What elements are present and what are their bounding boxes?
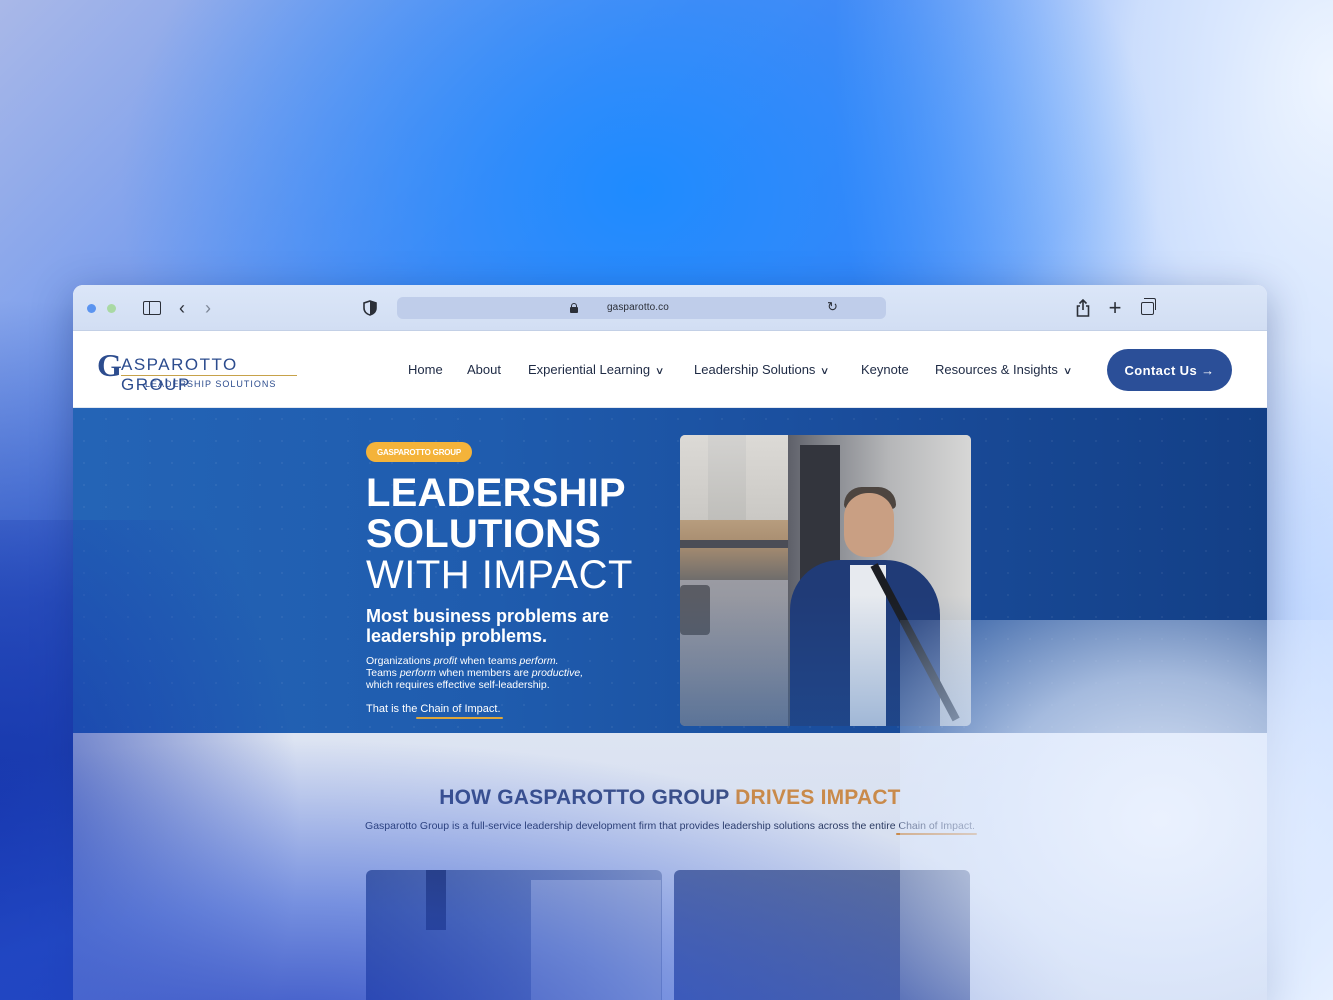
hero-chain-of-impact: That is the Chain of Impact. <box>366 703 501 715</box>
site-logo[interactable]: G ASPAROTTO GROUP LEADERSHIP SOLUTIONS <box>97 347 307 394</box>
contact-us-button[interactable]: Contact Us → <box>1107 349 1232 391</box>
hero-title: LEADERSHIP SOLUTIONS <box>366 473 626 555</box>
nav-experiential-learning[interactable]: Experiential Learning ∨ <box>528 362 665 377</box>
hero-body-em: perform <box>399 667 437 679</box>
impact-title-accent: DRIVES IMPACT <box>735 786 901 809</box>
nav-about[interactable]: About <box>467 362 501 377</box>
impact-title-main: HOW GASPAROTTO GROUP <box>439 786 736 809</box>
hero-body: Organizations profit when teams perform.… <box>366 655 636 691</box>
window-close-button[interactable] <box>87 304 96 313</box>
hero-title-line-2: SOLUTIONS <box>366 512 602 556</box>
hero-badge: GASPAROTTO GROUP <box>366 442 472 462</box>
nav-keynote-label: Keynote <box>861 362 909 377</box>
hero-title-line-1: LEADERSHIP <box>366 471 626 515</box>
nav-experiential-learning-label: Experiential Learning <box>528 362 651 377</box>
browser-toolbar: ‹ › gasparotto.co ↻ + <box>73 285 1267 331</box>
new-tab-icon[interactable]: + <box>1105 295 1125 320</box>
hero-portrait-photo <box>680 435 971 726</box>
logo-initial: G <box>97 347 122 383</box>
hero-section: GASPAROTTO GROUP LEADERSHIP SOLUTIONS WI… <box>73 408 1267 754</box>
nav-home[interactable]: Home <box>408 362 443 377</box>
hero-body-text: Organizations <box>366 655 434 667</box>
hero-body-text: Teams <box>366 667 400 679</box>
nav-leadership-solutions[interactable]: Leadership Solutions ∨ <box>694 362 830 377</box>
back-icon[interactable]: ‹ <box>172 298 192 318</box>
chevron-down-icon: ∨ <box>1062 366 1073 377</box>
url-text: gasparotto.co <box>607 302 669 313</box>
hero-body-em: perform. <box>519 655 559 667</box>
nav-resources-insights-label: Resources & Insights <box>935 362 1058 377</box>
shield-icon[interactable] <box>360 299 380 317</box>
impact-section-title: HOW GASPAROTTO GROUP DRIVES IMPACT <box>73 786 1267 810</box>
hero-body-em: productive, <box>531 667 584 679</box>
browser-window: ‹ › gasparotto.co ↻ + G ASPAROTTO GROUP … <box>73 285 1267 1000</box>
share-icon[interactable] <box>1073 299 1093 317</box>
lock-icon <box>570 303 578 313</box>
nav-home-label: Home <box>408 362 443 377</box>
chevron-down-icon: ∨ <box>655 366 665 377</box>
reload-icon[interactable]: ↻ <box>827 299 838 315</box>
impact-section: HOW GASPAROTTO GROUP DRIVES IMPACT Gaspa… <box>73 733 1267 1000</box>
impact-chain-link[interactable]: Chain of Impact. <box>898 820 974 832</box>
logo-tagline: LEADERSHIP SOLUTIONS <box>145 379 277 389</box>
solution-card-image[interactable] <box>366 870 662 1000</box>
address-bar[interactable]: gasparotto.co ↻ <box>397 297 886 319</box>
tab-overview-icon[interactable] <box>1137 297 1157 317</box>
hero-chain-prefix: That is the <box>366 703 421 715</box>
hero-body-em: profit <box>433 655 458 667</box>
solution-card-image[interactable] <box>674 870 970 1000</box>
impact-section-description: Gasparotto Group is a full-service leade… <box>360 820 980 833</box>
site-header: G ASPAROTTO GROUP LEADERSHIP SOLUTIONS H… <box>73 331 1267 408</box>
logo-divider <box>121 375 297 376</box>
chain-of-impact-link[interactable]: Chain of Impact. <box>420 703 500 715</box>
forward-icon[interactable]: › <box>198 298 218 318</box>
hero-body-text: which requires effective self-leadership… <box>366 679 550 691</box>
sidebar-toggle-icon[interactable] <box>142 299 162 317</box>
impact-desc-text: Gasparotto Group is a full-service leade… <box>365 820 899 832</box>
chevron-down-icon: ∨ <box>820 366 830 377</box>
hero-subtitle: Most business problems are leadership pr… <box>366 606 610 646</box>
hero-title-line-3: WITH IMPACT <box>366 553 633 597</box>
hero-dot-pattern <box>73 408 1267 754</box>
window-zoom-button[interactable] <box>107 304 116 313</box>
nav-keynote[interactable]: Keynote <box>861 362 909 377</box>
nav-about-label: About <box>467 362 501 377</box>
nav-resources-insights[interactable]: Resources & Insights ∨ <box>935 362 1073 377</box>
nav-leadership-solutions-label: Leadership Solutions <box>694 362 816 377</box>
hero-body-text: when teams <box>457 655 520 667</box>
hero-body-text: when members are <box>436 667 532 679</box>
